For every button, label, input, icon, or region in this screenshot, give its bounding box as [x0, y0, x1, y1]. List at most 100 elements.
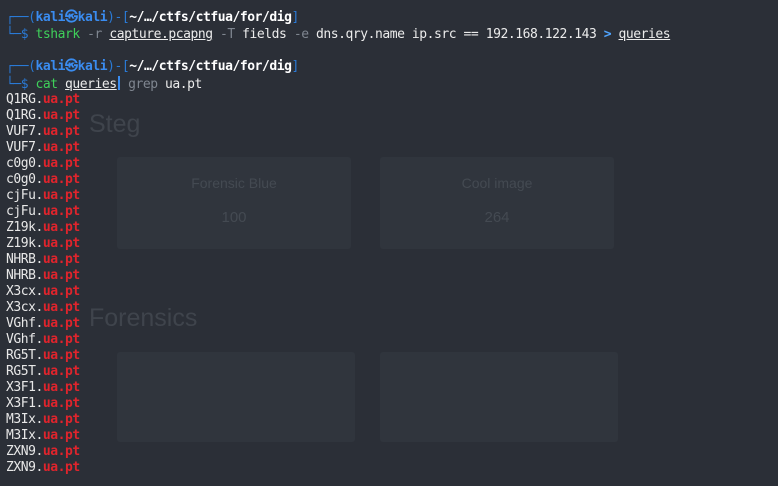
query-prefix: VGhf. — [6, 316, 43, 331]
output-line: cjFu.ua.pt — [6, 204, 80, 220]
command-arg: 192.168.122.143 — [485, 27, 597, 42]
command-file-arg: capture.pcapng — [109, 27, 213, 42]
command-flag: -e — [293, 27, 309, 42]
output-line: X3F1.ua.pt — [6, 380, 80, 396]
query-prefix: X3cx. — [6, 284, 43, 299]
prompt-at-icon: ㉿ — [65, 59, 78, 74]
query-prefix: M3Ix. — [6, 428, 43, 443]
query-prefix: Z19k. — [6, 236, 43, 251]
output-line: VGhf.ua.pt — [6, 316, 80, 332]
output-line: Q1RG.ua.pt — [6, 92, 80, 108]
command-redirect: > — [603, 27, 612, 42]
prompt-user: kali — [35, 59, 66, 74]
query-prefix: X3F1. — [6, 396, 43, 411]
output-line: Z19k.ua.pt — [6, 236, 80, 252]
prompt-frame: )-[ — [107, 10, 130, 25]
query-match-highlight: ua.pt — [42, 108, 80, 123]
prompt-path: ~/…/ctfs/ctfua/for/dig — [129, 10, 292, 25]
query-match-highlight: ua.pt — [42, 172, 80, 187]
query-match-highlight: ua.pt — [42, 236, 80, 251]
command-file-arg: queries — [65, 77, 117, 92]
output-line: Z19k.ua.pt — [6, 220, 80, 236]
prompt-at-icon: ㉿ — [65, 10, 78, 25]
output-line: M3Ix.ua.pt — [6, 412, 80, 428]
output-line: NHRB.ua.pt — [6, 252, 80, 268]
command-line[interactable]: └─$ cat queries grep ua.pt — [6, 76, 202, 92]
prompt-user: kali — [35, 10, 66, 25]
query-prefix: VGhf. — [6, 332, 43, 347]
output-line: Q1RG.ua.pt — [6, 108, 80, 124]
query-match-highlight: ua.pt — [42, 252, 80, 267]
prompt-host: kali — [77, 10, 108, 25]
prompt-input-frame: └─$ — [6, 27, 36, 42]
output-line: c0g0.ua.pt — [6, 172, 80, 188]
output-line: NHRB.ua.pt — [6, 268, 80, 284]
output-line: c0g0.ua.pt — [6, 156, 80, 172]
query-prefix: NHRB. — [6, 268, 43, 283]
query-prefix: RG5T. — [6, 348, 43, 363]
query-prefix: Q1RG. — [6, 92, 43, 107]
prompt-frame: ] — [291, 10, 300, 25]
prompt-line: ┌──(kali㉿kali)-[~/…/ctfs/ctfua/for/dig] — [6, 59, 299, 75]
query-match-highlight: ua.pt — [42, 284, 80, 299]
prompt-frame: ┌──( — [6, 59, 36, 74]
query-prefix: NHRB. — [6, 252, 43, 267]
output-line: X3F1.ua.pt — [6, 396, 80, 412]
prompt-input-frame: └─$ — [6, 77, 36, 92]
query-match-highlight: ua.pt — [42, 268, 80, 283]
command-operator: == — [463, 27, 479, 42]
output-line: VGhf.ua.pt — [6, 332, 80, 348]
query-prefix: X3cx. — [6, 300, 43, 315]
query-prefix: c0g0. — [6, 156, 43, 171]
output-line: RG5T.ua.pt — [6, 348, 80, 364]
query-match-highlight: ua.pt — [42, 204, 80, 219]
output-line: X3cx.ua.pt — [6, 284, 80, 300]
prompt-path: ~/…/ctfs/ctfua/for/dig — [129, 59, 292, 74]
command-arg: ip.src — [411, 27, 457, 42]
query-match-highlight: ua.pt — [42, 156, 80, 171]
prompt-frame: )-[ — [107, 59, 130, 74]
prompt-host: kali — [77, 59, 108, 74]
query-match-highlight: ua.pt — [42, 348, 80, 363]
output-line: RG5T.ua.pt — [6, 364, 80, 380]
query-match-highlight: ua.pt — [42, 92, 80, 107]
query-prefix: X3F1. — [6, 380, 43, 395]
command-arg: fields — [242, 27, 287, 42]
query-match-highlight: ua.pt — [42, 332, 80, 347]
terminal-output[interactable]: ┌──(kali㉿kali)-[~/…/ctfs/ctfua/for/dig] … — [0, 0, 778, 486]
query-match-highlight: ua.pt — [42, 300, 80, 315]
query-prefix: Z19k. — [6, 220, 43, 235]
query-match-highlight: ua.pt — [42, 396, 80, 411]
command-flag: -T — [220, 27, 235, 42]
query-match-highlight: ua.pt — [42, 220, 80, 235]
query-match-highlight: ua.pt — [42, 188, 80, 203]
output-line: VUF7.ua.pt — [6, 140, 80, 156]
query-prefix: Q1RG. — [6, 108, 43, 123]
query-prefix: ZXN9. — [6, 444, 43, 459]
output-line: M3Ix.ua.pt — [6, 428, 80, 444]
query-prefix: cjFu. — [6, 188, 43, 203]
query-prefix: c0g0. — [6, 172, 43, 187]
query-match-highlight: ua.pt — [42, 364, 80, 379]
query-match-highlight: ua.pt — [42, 380, 80, 395]
text-cursor — [117, 76, 120, 90]
query-match-highlight: ua.pt — [42, 412, 80, 427]
query-prefix: VUF7. — [6, 140, 43, 155]
query-match-highlight: ua.pt — [42, 460, 80, 475]
query-prefix: RG5T. — [6, 364, 43, 379]
output-line: ZXN9.ua.pt — [6, 444, 80, 460]
query-prefix: cjFu. — [6, 204, 43, 219]
query-match-highlight: ua.pt — [42, 444, 80, 459]
command-program: tshark — [35, 27, 81, 42]
command-arg: dns.qry.name — [315, 27, 405, 42]
query-prefix: VUF7. — [6, 124, 43, 139]
prompt-frame: ┌──( — [6, 10, 36, 25]
query-prefix: ZXN9. — [6, 460, 43, 475]
output-line: cjFu.ua.pt — [6, 188, 80, 204]
query-match-highlight: ua.pt — [42, 428, 80, 443]
command-flag: -r — [87, 27, 102, 42]
query-match-highlight: ua.pt — [42, 140, 80, 155]
command-program: grep — [128, 77, 158, 92]
command-program: cat — [35, 77, 59, 92]
query-prefix: M3Ix. — [6, 412, 43, 427]
